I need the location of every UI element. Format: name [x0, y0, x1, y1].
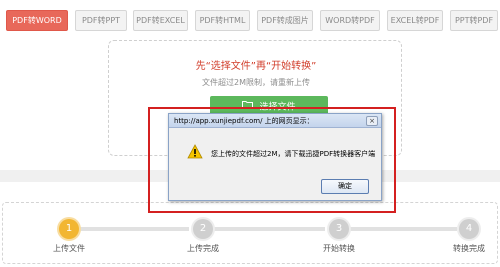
upload-instruction: 先“选择文件”再“开始转换”: [195, 61, 317, 72]
tab-pdf-to-excel[interactable]: PDF转EXCEL: [133, 10, 188, 31]
tab-pdf-to-html[interactable]: PDF转HTML: [195, 10, 250, 31]
step-3-label: 开始转换: [323, 244, 355, 253]
step-1-label: 上传文件: [53, 244, 85, 253]
tab-word-to-pdf[interactable]: WORD转PDF: [320, 10, 380, 31]
step-2-label: 上传完成: [187, 244, 219, 253]
step-connector: [79, 227, 189, 231]
alert-dialog: http://app.xunjiepdf.com/ 上的网页显示： × 您上传的…: [168, 113, 382, 201]
tab-pdf-to-image[interactable]: PDF转成图片: [257, 10, 313, 31]
upload-size-warning: 文件超过2M限制，请重新上传: [202, 78, 310, 87]
step-4-circle: 4: [459, 219, 479, 239]
step-3-circle: 3: [329, 219, 349, 239]
tab-ppt-to-pdf[interactable]: PPT转PDF: [450, 10, 498, 31]
tab-pdf-to-ppt[interactable]: PDF转PPT: [75, 10, 127, 31]
conversion-tab-bar: PDF转WORD PDF转PPT PDF转EXCEL PDF转HTML PDF转…: [0, 10, 500, 32]
tab-excel-to-pdf[interactable]: EXCEL转PDF: [387, 10, 443, 31]
ok-button[interactable]: 确定: [321, 179, 369, 194]
step-connector: [213, 227, 325, 231]
step-2-circle: 2: [193, 219, 213, 239]
step-1-circle: 1: [59, 219, 79, 239]
close-icon[interactable]: ×: [366, 116, 378, 126]
step-4-label: 转换完成: [453, 244, 485, 253]
step-connector: [349, 227, 457, 231]
tab-pdf-to-word[interactable]: PDF转WORD: [6, 10, 68, 31]
dialog-title: http://app.xunjiepdf.com/ 上的网页显示：: [169, 114, 381, 128]
dialog-message: 您上传的文件超过2M，请下载迅捷PDF转换器客户端: [211, 150, 376, 158]
warning-icon: [187, 144, 203, 159]
